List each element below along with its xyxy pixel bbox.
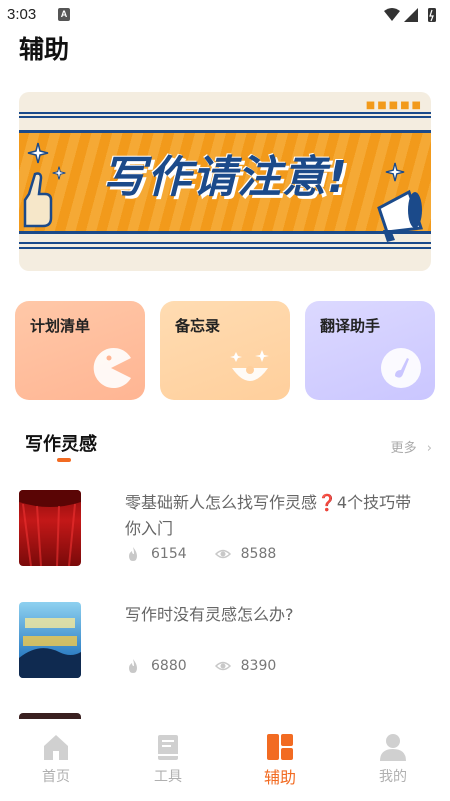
- article-title: 写作时没有灵感怎么办?: [125, 605, 294, 624]
- sparkle-icon: [52, 166, 66, 180]
- user-icon: [380, 734, 406, 761]
- fire-icon: [129, 547, 137, 561]
- sparkle-icon: [27, 142, 49, 164]
- translate-card[interactable]: 翻译助手: [305, 301, 435, 400]
- article-meta: 6154 8588: [125, 546, 304, 562]
- more-label: 更多: [390, 441, 417, 456]
- article-thumbnail: [19, 490, 81, 566]
- signal-icon: [404, 8, 418, 22]
- tab-assist[interactable]: 辅助: [240, 732, 320, 788]
- tab-label: 辅助: [263, 768, 296, 787]
- writing-image: [19, 618, 81, 678]
- eye-icon: [214, 549, 231, 559]
- grid-icon: [267, 734, 293, 760]
- banner[interactable]: ■■■■■ 写作请注意!: [19, 92, 431, 271]
- section-title: 写作灵感: [25, 434, 97, 455]
- tab-home[interactable]: 首页: [16, 732, 96, 786]
- status-icons: [384, 8, 436, 22]
- status-bar: 3:03 A: [0, 0, 450, 30]
- views-count: 8390: [240, 658, 277, 674]
- section-underline: [57, 458, 71, 462]
- card-label: 翻译助手: [320, 317, 381, 335]
- note-icon: [381, 348, 421, 388]
- banner-dots: ■■■■■: [365, 100, 423, 111]
- likes-count: 6880: [151, 658, 187, 674]
- home-icon: [44, 735, 68, 760]
- banner-stripe-top: [19, 112, 431, 118]
- eye-icon: [214, 661, 231, 671]
- tab-profile[interactable]: 我的: [353, 732, 433, 786]
- plan-list-card[interactable]: 计划清单: [15, 301, 145, 400]
- card-label: 计划清单: [30, 317, 91, 335]
- article-title: 零基础新人怎么找写作灵感❓4个技巧带你入门: [125, 493, 412, 538]
- tab-label: 首页: [42, 769, 70, 785]
- more-link[interactable]: 更多 ›: [391, 437, 432, 456]
- card-label: 备忘录: [175, 317, 221, 335]
- tab-label: 我的: [379, 769, 407, 785]
- bottom-tab-bar: 首页 工具 辅助 我的: [0, 720, 450, 801]
- likes-count: 6154: [151, 546, 187, 562]
- megaphone-icon: [377, 189, 424, 242]
- article-meta: 6880 8390: [125, 658, 304, 674]
- clown-icon: [230, 350, 269, 381]
- article-item[interactable]: 写作时没有灵感怎么办? 6880 8390: [19, 602, 439, 682]
- banner-stripe-bottom: [19, 242, 431, 249]
- banner-text: 写作请注意!: [101, 152, 349, 203]
- pacman-icon: [93, 348, 131, 388]
- notification-icon: A: [58, 8, 70, 21]
- book-icon: [158, 735, 178, 760]
- article-thumbnail: [19, 602, 81, 678]
- curtain-image: [19, 490, 81, 566]
- tab-label: 工具: [154, 769, 182, 785]
- article-item[interactable]: 零基础新人怎么找写作灵感❓4个技巧带你入门 6154 8588: [19, 490, 439, 570]
- chevron-right-icon: ›: [426, 441, 432, 456]
- views-count: 8588: [240, 546, 277, 562]
- status-time: 3:03: [7, 6, 37, 23]
- tab-tools[interactable]: 工具: [128, 732, 208, 786]
- sparkle-icon: [385, 162, 405, 182]
- page-title: 辅助: [19, 35, 70, 64]
- article-thumbnail: [19, 713, 81, 719]
- fire-icon: [129, 659, 137, 673]
- wifi-icon: [384, 8, 400, 21]
- memo-card[interactable]: 备忘录: [160, 301, 290, 400]
